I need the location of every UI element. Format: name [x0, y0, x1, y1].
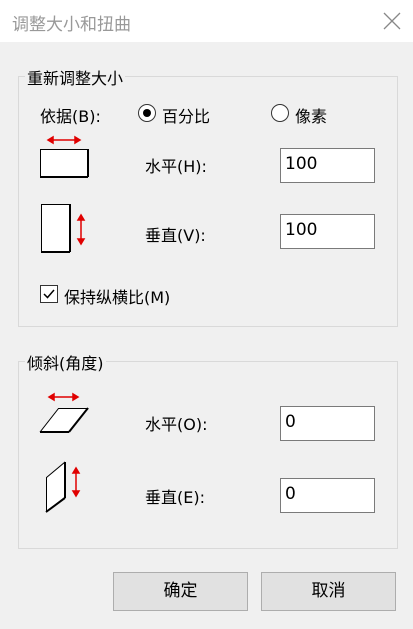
- pixels-radio-label[interactable]: 像素: [295, 103, 327, 127]
- radio-selected-dot: [143, 109, 151, 117]
- window-title: 调整大小和扭曲: [12, 15, 131, 35]
- cancel-button[interactable]: 取消: [261, 572, 396, 611]
- skew-group-label: 倾斜(角度): [25, 350, 106, 374]
- percentage-radio-label[interactable]: 百分比: [162, 103, 210, 127]
- resize-horizontal-input[interactable]: 100: [280, 148, 375, 183]
- close-button[interactable]: [369, 0, 413, 42]
- resize-group-label: 重新调整大小: [25, 65, 126, 89]
- resize-vertical-label: 垂直(V):: [145, 226, 206, 245]
- percentage-radio[interactable]: [138, 104, 156, 122]
- keep-aspect-ratio-checkbox[interactable]: [40, 285, 58, 303]
- skew-horizontal-label: 水平(O):: [145, 415, 208, 434]
- resize-horizontal-icon: [40, 135, 89, 178]
- ok-button[interactable]: 确定: [113, 572, 248, 611]
- title-bar: 调整大小和扭曲: [0, 0, 413, 42]
- close-icon: [383, 12, 401, 30]
- resize-horizontal-label: 水平(H):: [145, 157, 207, 176]
- skew-vertical-input[interactable]: 0: [280, 478, 375, 513]
- skew-vertical-label: 垂直(E):: [145, 488, 205, 507]
- keep-aspect-ratio-label[interactable]: 保持纵横比(M): [64, 284, 170, 308]
- skew-horizontal-input[interactable]: 0: [280, 406, 375, 441]
- pixels-radio[interactable]: [271, 104, 289, 122]
- basis-label: 依据(B):: [40, 107, 101, 126]
- resize-vertical-icon: [41, 204, 86, 253]
- skew-horizontal-icon: [39, 392, 89, 433]
- skew-vertical-icon: [45, 461, 81, 513]
- checkmark-icon: [43, 289, 55, 299]
- resize-vertical-input[interactable]: 100: [280, 214, 375, 249]
